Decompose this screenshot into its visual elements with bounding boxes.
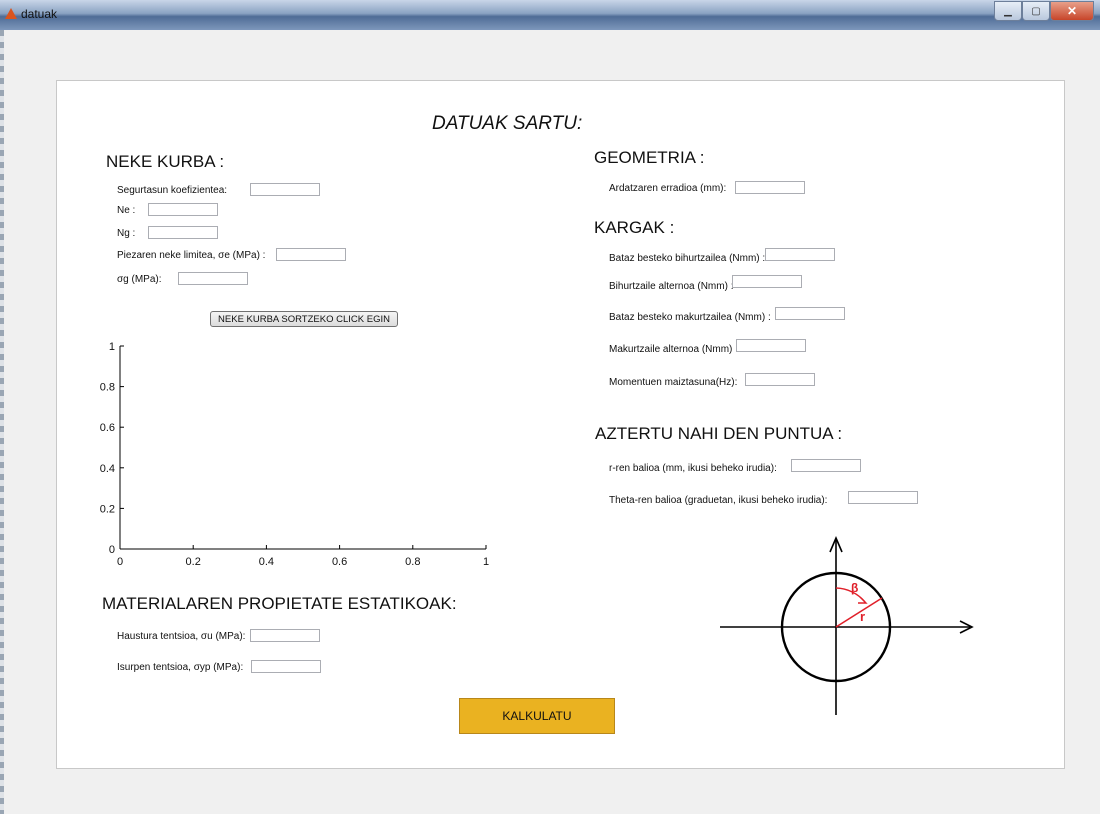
- sigma-g-label: σg (MPa):: [117, 274, 162, 285]
- haustura-input[interactable]: [250, 629, 320, 642]
- maiztasuna-label: Momentuen maiztasuna(Hz):: [609, 377, 738, 388]
- page-title: DATUAK SARTU:: [432, 113, 583, 134]
- sigma-g-input[interactable]: [178, 272, 248, 285]
- neke-kurba-button[interactable]: NEKE KURBA SORTZEKO CLICK EGIN: [210, 311, 398, 327]
- neke-kurba-heading: NEKE KURBA :: [106, 152, 225, 171]
- polar-diagram: β r: [720, 535, 974, 715]
- ng-input[interactable]: [148, 226, 218, 239]
- window-title-bar[interactable]: datuak ▁ ▢ ✕: [0, 0, 1100, 30]
- y-tick-label: 1: [109, 341, 115, 353]
- ng-label: Ng :: [117, 228, 136, 239]
- r-input[interactable]: [791, 459, 861, 472]
- close-icon[interactable]: ✕: [1050, 1, 1094, 21]
- y-tick-label: 0.2: [100, 503, 115, 515]
- chart-axes: 0 0.2 0.4 0.6 0.8 1 0 0.2 0.4 0.6 0.8 1: [100, 341, 489, 568]
- bihurtzaile-alternoa-input[interactable]: [732, 275, 802, 288]
- x-tick-label: 0.8: [405, 556, 420, 568]
- bataz-makurtzailea-input[interactable]: [775, 307, 845, 320]
- ne-label: Ne :: [117, 205, 136, 216]
- isurpen-label: Isurpen tentsioa, σyp (MPa):: [117, 662, 244, 673]
- x-tick-label: 0.6: [332, 556, 347, 568]
- bataz-makurtzailea-label: Bataz besteko makurtzailea (Nmm) :: [609, 312, 771, 323]
- matlab-icon: [5, 8, 17, 19]
- kargak-heading: KARGAK :: [594, 218, 675, 237]
- r-label: r-ren balioa (mm, ikusi beheko irudia):: [609, 463, 777, 474]
- beta-label: β: [851, 581, 858, 595]
- material-heading: MATERIALAREN PROPIETATE ESTATIKOAK:: [102, 594, 457, 613]
- piezaren-input[interactable]: [276, 248, 346, 261]
- segurtasun-label: Segurtasun koefizientea:: [117, 185, 228, 196]
- x-tick-label: 0.4: [259, 556, 274, 568]
- makurtzaile-alternoa-input[interactable]: [736, 339, 806, 352]
- x-tick-label: 1: [483, 556, 489, 568]
- r-symbol-label: r: [860, 609, 865, 624]
- y-tick-label: 0: [109, 544, 115, 556]
- x-tick-label: 0.2: [186, 556, 201, 568]
- puntua-heading: AZTERTU NAHI DEN PUNTUA :: [595, 424, 843, 443]
- bataz-bihurtzailea-input[interactable]: [765, 248, 835, 261]
- piezaren-label: Piezaren neke limitea, σe (MPa) :: [117, 250, 266, 261]
- minimize-icon[interactable]: ▁: [994, 1, 1022, 21]
- ardatzaren-input[interactable]: [735, 181, 805, 194]
- bataz-bihurtzailea-label: Bataz besteko bihurtzailea (Nmm) :: [609, 253, 766, 264]
- theta-label: Theta-ren balioa (graduetan, ikusi behek…: [609, 495, 828, 506]
- segurtasun-input[interactable]: [250, 183, 320, 196]
- haustura-label: Haustura tentsioa, σu (MPa):: [117, 631, 246, 642]
- geometria-heading: GEOMETRIA :: [594, 148, 705, 167]
- maximize-icon[interactable]: ▢: [1022, 1, 1050, 21]
- ardatzaren-label: Ardatzaren erradioa (mm):: [609, 183, 727, 194]
- x-tick-label: 0: [117, 556, 123, 568]
- y-tick-label: 0.6: [100, 422, 115, 434]
- neke-kurba-chart: 0 0.2 0.4 0.6 0.8 1 0 0.2 0.4 0.6 0.8 1: [100, 341, 489, 568]
- makurtzaile-alternoa-label: Makurtzaile alternoa (Nmm) :: [609, 344, 738, 355]
- isurpen-input[interactable]: [251, 660, 321, 673]
- maiztasuna-input[interactable]: [745, 373, 815, 386]
- y-tick-label: 0.4: [100, 463, 115, 475]
- window-left-edge: [0, 30, 4, 814]
- theta-input[interactable]: [848, 491, 918, 504]
- bihurtzaile-alternoa-label: Bihurtzaile alternoa (Nmm) :: [609, 281, 734, 292]
- calculate-button[interactable]: KALKULATU: [459, 698, 615, 734]
- window-title: datuak: [21, 7, 58, 21]
- window-controls: ▁ ▢ ✕: [994, 1, 1094, 21]
- y-tick-label: 0.8: [100, 382, 115, 394]
- ne-input[interactable]: [148, 203, 218, 216]
